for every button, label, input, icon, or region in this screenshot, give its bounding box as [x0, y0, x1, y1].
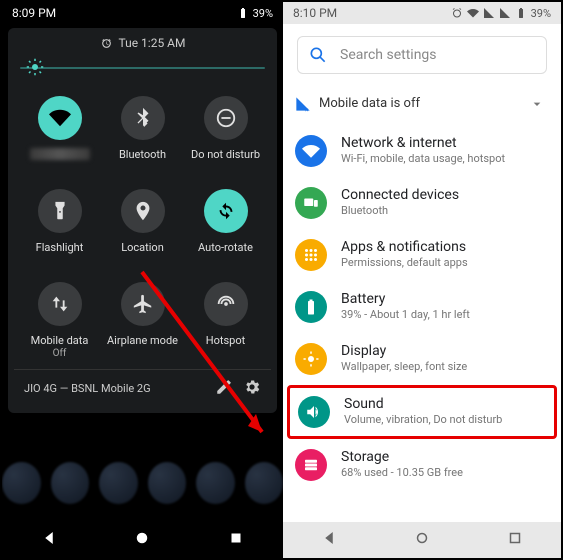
item-display[interactable]: DisplayWallpaper, sleep, font size — [283, 333, 561, 385]
alarm-icon — [451, 7, 463, 19]
hotspot-icon — [215, 293, 237, 315]
item-storage[interactable]: Storage68% used - 10.35 GB free — [283, 439, 561, 491]
nav-back-button[interactable] — [320, 529, 338, 551]
wifi-ssid-blurred — [30, 148, 90, 160]
item-sound[interactable]: SoundVolume, vibration, Do not disturb — [287, 385, 557, 439]
chevron-down-icon — [529, 96, 545, 112]
wifi-icon — [49, 107, 71, 129]
battery-pct: 39% — [253, 7, 273, 20]
volume-icon — [305, 403, 323, 421]
wifi-icon — [467, 7, 479, 19]
next-alarm[interactable]: Tue 1:25 AM — [14, 36, 271, 50]
item-battery[interactable]: Battery39% - About 1 day, 1 hr left — [283, 281, 561, 333]
navbar-left — [2, 522, 283, 558]
battery-icon — [302, 298, 320, 316]
autorotate-icon — [215, 200, 237, 222]
apps-icon — [302, 246, 320, 264]
tile-mobiledata[interactable]: Mobile data Off — [18, 282, 101, 359]
navbar-right — [283, 522, 561, 558]
battery-icon — [515, 7, 527, 19]
bluetooth-icon — [132, 107, 154, 129]
settings-button[interactable] — [243, 378, 261, 399]
settings-list: Network & internetWi-Fi, mobile, data us… — [283, 125, 561, 531]
nav-recents-button[interactable] — [227, 529, 245, 551]
tile-airplane[interactable]: Airplane mode — [101, 282, 184, 359]
location-icon — [132, 200, 154, 222]
svg-text:×: × — [305, 106, 309, 112]
edit-button[interactable] — [215, 378, 233, 399]
tile-wifi[interactable] — [18, 96, 101, 161]
item-network[interactable]: Network & internetWi-Fi, mobile, data us… — [283, 125, 561, 177]
nav-home-button[interactable] — [413, 529, 431, 551]
signal-off-icon: × — [295, 96, 311, 112]
airplane-icon — [132, 293, 154, 315]
brightness-icon — [302, 350, 320, 368]
battery-icon — [237, 7, 249, 19]
dnd-icon — [215, 107, 237, 129]
devices-icon — [302, 194, 320, 212]
alarm-icon — [100, 37, 113, 50]
launcher-dock-blurred — [2, 462, 283, 522]
storage-icon — [302, 456, 320, 474]
tile-hotspot[interactable]: Hotspot — [184, 282, 267, 359]
nav-recents-button[interactable] — [506, 529, 524, 551]
brightness-slider[interactable] — [20, 58, 265, 78]
tile-autorotate[interactable]: Auto-rotate — [184, 189, 267, 254]
tile-location[interactable]: Location — [101, 189, 184, 254]
qs-footer: JIO 4G — BSNL Mobile 2G — [14, 369, 271, 407]
flashlight-icon — [49, 200, 71, 222]
status-time: 8:10 PM — [293, 6, 337, 20]
status-bar-right: 8:10 PM 39% — [283, 2, 561, 24]
data-icon — [49, 293, 71, 315]
signal-icon — [483, 7, 495, 19]
carrier-text: JIO 4G — BSNL Mobile 2G — [24, 382, 151, 395]
tile-bluetooth[interactable]: Bluetooth — [101, 96, 184, 161]
nav-back-button[interactable] — [40, 529, 58, 551]
search-settings[interactable]: Search settings — [297, 36, 547, 74]
alarm-time: Tue 1:25 AM — [119, 36, 186, 50]
quick-settings-panel: Tue 1:25 AM Bluetooth Do — [8, 28, 277, 413]
status-time: 8:09 PM — [12, 6, 56, 20]
search-icon — [308, 45, 328, 65]
item-connected-devices[interactable]: Connected devicesBluetooth — [283, 177, 561, 229]
nav-home-button[interactable] — [133, 529, 151, 551]
status-bar-left: 8:09 PM 39% — [2, 2, 283, 24]
tile-flashlight[interactable]: Flashlight — [18, 189, 101, 254]
suggestion-mobile-data-off[interactable]: × Mobile data is off — [283, 86, 561, 125]
battery-pct: 39% — [531, 7, 551, 20]
signal-icon — [499, 7, 511, 19]
item-apps[interactable]: Apps & notificationsPermissions, default… — [283, 229, 561, 281]
search-placeholder: Search settings — [340, 47, 437, 63]
brightness-thumb[interactable] — [26, 58, 44, 76]
tile-dnd[interactable]: Do not disturb — [184, 96, 267, 161]
wifi-icon — [302, 142, 320, 160]
